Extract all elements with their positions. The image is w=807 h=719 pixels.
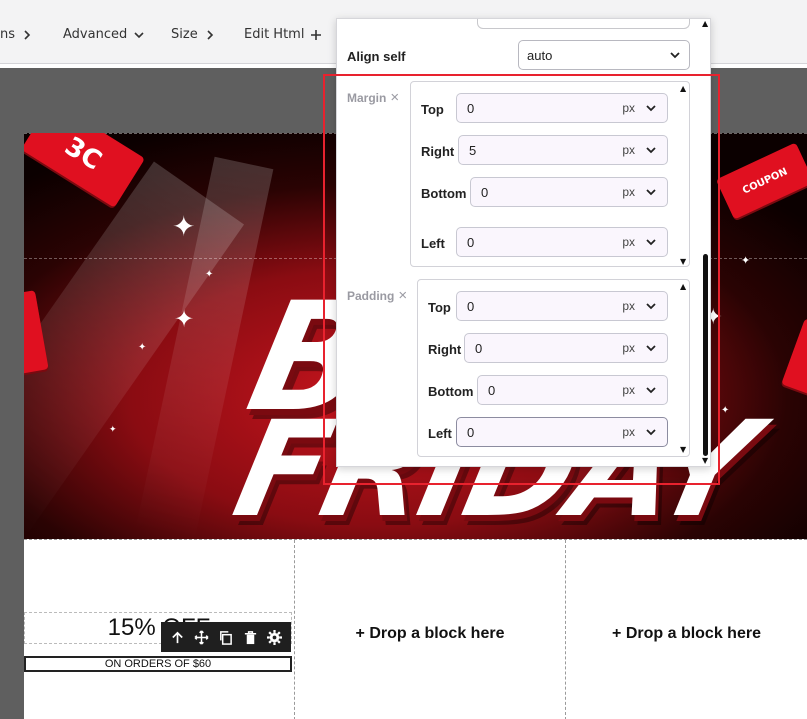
previous-property-field[interactable] xyxy=(477,19,690,29)
sparkle-icon: ✦ xyxy=(172,210,196,243)
align-self-value: auto xyxy=(527,47,553,63)
toolbar-item-label: Advanced xyxy=(63,27,128,42)
margin-group: Top 0 px Right 5 px Bottom 0 px Left 0 p… xyxy=(410,81,690,267)
move-icon[interactable] xyxy=(194,629,209,645)
chevron-down-icon xyxy=(646,429,656,436)
margin-left-unit[interactable]: px xyxy=(622,235,635,249)
panel-scroll-up-arrow-icon[interactable]: ▲ xyxy=(702,20,708,28)
scroll-up-arrow-icon[interactable]: ▲ xyxy=(680,283,686,291)
padding-group-label: Padding × xyxy=(347,287,407,304)
margin-top-value: 0 xyxy=(467,100,475,116)
chevron-down-icon xyxy=(646,105,656,112)
toolbar-item-edit-html[interactable]: Edit Html xyxy=(244,27,322,42)
toolbar-item-advanced[interactable]: Advanced xyxy=(63,27,145,42)
margin-bottom-unit[interactable]: px xyxy=(622,185,635,199)
offer-subtitle[interactable]: ON ORDERS OF $60 xyxy=(24,656,292,672)
margin-bottom-label: Bottom xyxy=(421,186,467,201)
margin-right-label: Right xyxy=(421,144,455,159)
chevron-down-icon xyxy=(134,31,144,38)
settings-gear-icon[interactable] xyxy=(267,629,283,645)
chevron-down-icon xyxy=(670,52,680,59)
component-toolbar xyxy=(161,622,291,652)
toolbar-item-label: Edit Html xyxy=(244,27,305,42)
align-self-label: Align self xyxy=(347,49,406,64)
margin-right-unit[interactable]: px xyxy=(622,143,635,157)
toolbar-item-label: ns xyxy=(0,27,16,42)
margin-left-value: 0 xyxy=(467,234,475,250)
margin-group-label: Margin × xyxy=(347,89,399,106)
chevron-down-icon xyxy=(646,345,656,352)
padding-left-value: 0 xyxy=(467,424,475,440)
padding-left-label: Left xyxy=(428,426,452,441)
chevron-right-icon xyxy=(207,29,213,40)
align-self-select[interactable]: auto xyxy=(518,40,690,70)
padding-left-unit[interactable]: px xyxy=(622,425,635,439)
scroll-down-arrow-icon[interactable]: ▼ xyxy=(680,446,686,454)
chevron-down-icon xyxy=(646,239,656,246)
margin-top-input[interactable]: 0 px xyxy=(456,93,668,123)
sparkle-icon: ✦ xyxy=(205,269,214,280)
chevron-down-icon xyxy=(646,147,656,154)
scroll-down-arrow-icon[interactable]: ▼ xyxy=(680,258,686,266)
margin-left-input[interactable]: 0 px xyxy=(456,227,668,257)
padding-bottom-unit[interactable]: px xyxy=(622,383,635,397)
clear-margin-icon[interactable]: × xyxy=(390,89,399,106)
margin-right-input[interactable]: 5 px xyxy=(458,135,668,165)
padding-label-text: Padding xyxy=(347,288,395,303)
drop-block-placeholder[interactable]: + Drop a block here xyxy=(295,625,565,643)
margin-bottom-input[interactable]: 0 px xyxy=(470,177,668,207)
panel-scroll-down-arrow-icon[interactable]: ▼ xyxy=(702,457,708,465)
toolbar-item-size[interactable]: Size xyxy=(171,27,216,42)
padding-group: Top 0 px Right 0 px Bottom 0 px Left 0 p… xyxy=(417,279,690,457)
coupon-ticket-right: COUPON xyxy=(715,142,807,220)
coupon-ticket: 3C xyxy=(24,133,146,208)
sparkle-icon: ✦ xyxy=(109,425,117,435)
chevron-down-icon xyxy=(646,387,656,394)
padding-right-label: Right xyxy=(428,342,462,357)
padding-right-input[interactable]: 0 px xyxy=(464,333,668,363)
margin-top-unit[interactable]: px xyxy=(622,101,635,115)
padding-bottom-input[interactable]: 0 px xyxy=(477,375,668,405)
padding-left-input[interactable]: 0 px xyxy=(456,417,668,447)
clone-icon[interactable] xyxy=(218,630,233,645)
panel-scrollbar-thumb[interactable] xyxy=(703,254,708,456)
margin-bottom-value: 0 xyxy=(481,184,489,200)
scroll-up-arrow-icon[interactable]: ▲ xyxy=(680,85,686,93)
drop-block-placeholder[interactable]: + Drop a block here xyxy=(566,625,807,643)
padding-top-value: 0 xyxy=(467,298,475,314)
sparkle-icon: ✦ xyxy=(741,254,751,267)
content-row: 15% OFF ON ORDERS OF $60 + Drop a block … xyxy=(24,539,807,719)
padding-top-input[interactable]: 0 px xyxy=(456,291,668,321)
chevron-down-icon xyxy=(646,303,656,310)
sparkle-icon: ✦ xyxy=(138,342,147,353)
row-cell-empty[interactable]: + Drop a block here xyxy=(295,540,566,719)
delete-icon[interactable] xyxy=(243,630,258,645)
toolbar-item-label: Size xyxy=(171,27,198,42)
padding-bottom-value: 0 xyxy=(488,382,496,398)
padding-right-value: 0 xyxy=(475,340,483,356)
margin-right-value: 5 xyxy=(469,142,477,158)
chevron-down-icon xyxy=(646,189,656,196)
margin-label-text: Margin xyxy=(347,90,387,105)
clear-padding-icon[interactable]: × xyxy=(398,287,407,304)
select-parent-icon[interactable] xyxy=(170,630,185,645)
row-cell-empty[interactable]: + Drop a block here xyxy=(566,540,807,719)
toolbar-item-options[interactable]: ns xyxy=(0,27,33,42)
padding-right-unit[interactable]: px xyxy=(622,341,635,355)
plus-icon xyxy=(311,29,322,40)
padding-top-unit[interactable]: px xyxy=(622,299,635,313)
chevron-right-icon xyxy=(24,29,31,40)
coupon-ticket xyxy=(781,318,807,398)
margin-top-label: Top xyxy=(421,102,444,117)
padding-top-label: Top xyxy=(428,300,451,315)
coupon-label: COUPON xyxy=(740,165,790,197)
sparkle-icon: ✦ xyxy=(174,305,195,333)
margin-left-label: Left xyxy=(421,236,445,251)
padding-bottom-label: Bottom xyxy=(428,384,474,399)
style-manager-panel: Align self auto Margin × Top 0 px Right … xyxy=(336,18,711,467)
